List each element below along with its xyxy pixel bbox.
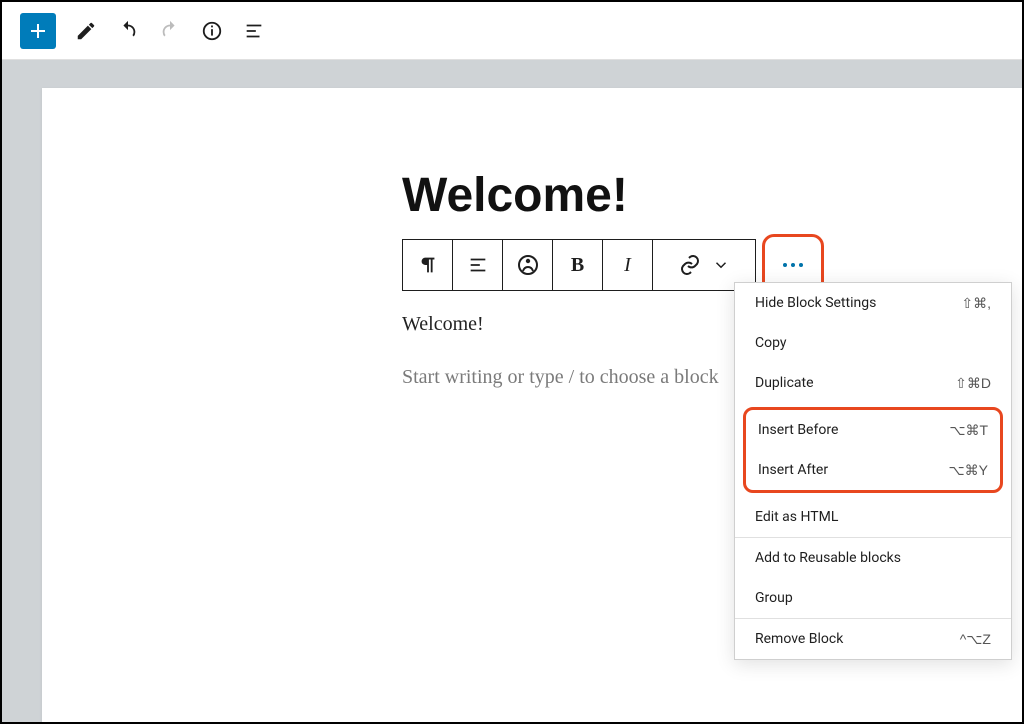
menu-shortcut: ^⌥Z	[960, 631, 991, 648]
text-align-button[interactable]	[503, 240, 553, 290]
menu-label: Duplicate	[755, 375, 814, 391]
top-toolbar	[2, 2, 1022, 60]
chevron-down-icon	[712, 256, 730, 274]
menu-label: Group	[755, 590, 793, 606]
menu-shortcut: ⌥⌘T	[949, 422, 988, 439]
info-button[interactable]	[200, 19, 224, 43]
redo-icon	[159, 20, 181, 42]
list-outline-icon	[243, 20, 265, 42]
text-center-icon	[516, 253, 540, 277]
menu-copy[interactable]: Copy	[735, 323, 1011, 363]
block-options-menu: Hide Block Settings ⇧⌘, Copy Duplicate ⇧…	[734, 282, 1012, 660]
menu-insert-after[interactable]: Insert After ⌥⌘Y	[746, 450, 1000, 490]
menu-group[interactable]: Group	[735, 578, 1011, 618]
menu-remove-block[interactable]: Remove Block ^⌥Z	[735, 619, 1011, 659]
align-left-icon	[467, 254, 489, 276]
post-title[interactable]: Welcome!	[402, 168, 1022, 223]
menu-shortcut: ⇧⌘,	[961, 295, 991, 312]
menu-hide-block-settings[interactable]: Hide Block Settings ⇧⌘,	[735, 283, 1011, 323]
more-icon	[783, 263, 803, 267]
menu-label: Hide Block Settings	[755, 295, 876, 311]
pilcrow-icon	[417, 254, 439, 276]
italic-icon: I	[624, 254, 631, 277]
menu-edit-html[interactable]: Edit as HTML	[735, 497, 1011, 537]
link-icon	[678, 253, 702, 277]
menu-insert-before[interactable]: Insert Before ⌥⌘T	[746, 410, 1000, 450]
add-block-button[interactable]	[20, 13, 56, 49]
menu-label: Remove Block	[755, 631, 843, 647]
align-button[interactable]	[453, 240, 503, 290]
pencil-icon	[75, 20, 97, 42]
undo-button[interactable]	[116, 19, 140, 43]
plus-icon	[28, 21, 48, 41]
undo-icon	[117, 20, 139, 42]
menu-label: Copy	[755, 335, 787, 351]
block-toolbar: B I	[402, 239, 756, 291]
menu-label: Insert Before	[758, 422, 838, 438]
menu-shortcut: ⇧⌘D	[955, 375, 991, 392]
menu-label: Insert After	[758, 462, 828, 478]
menu-label: Add to Reusable blocks	[755, 550, 901, 566]
redo-button[interactable]	[158, 19, 182, 43]
menu-duplicate[interactable]: Duplicate ⇧⌘D	[735, 363, 1011, 403]
bold-icon: B	[571, 254, 584, 277]
menu-shortcut: ⌥⌘Y	[949, 462, 988, 479]
insert-items-highlight: Insert Before ⌥⌘T Insert After ⌥⌘Y	[743, 407, 1003, 493]
info-icon	[201, 20, 223, 42]
menu-add-reusable[interactable]: Add to Reusable blocks	[735, 538, 1011, 578]
italic-button[interactable]: I	[603, 240, 653, 290]
block-type-button[interactable]	[403, 240, 453, 290]
outline-button[interactable]	[242, 19, 266, 43]
edit-tool-button[interactable]	[74, 19, 98, 43]
bold-button[interactable]: B	[553, 240, 603, 290]
menu-label: Edit as HTML	[755, 509, 838, 525]
editor-window: Welcome! B I	[0, 0, 1024, 724]
